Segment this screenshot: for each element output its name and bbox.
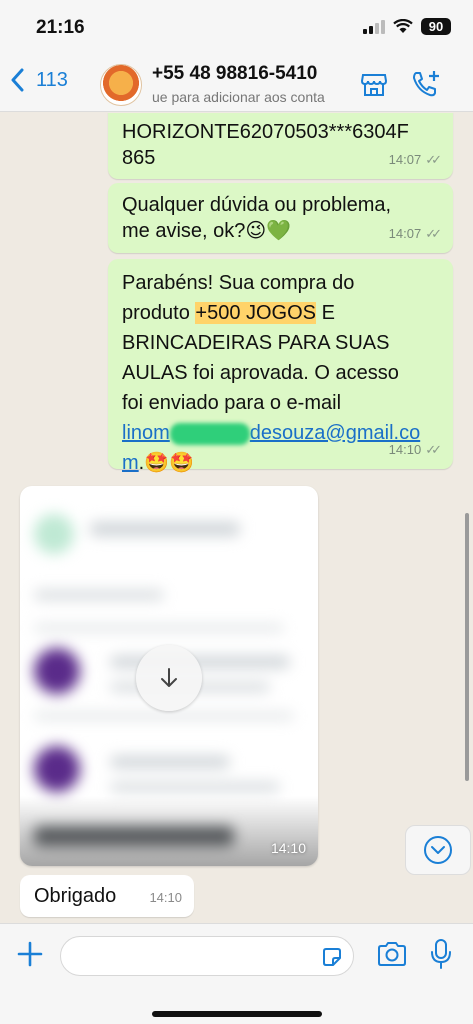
wifi-icon	[393, 19, 413, 33]
status-indicators: 90	[363, 18, 451, 35]
message-meta: 14:07 ✓✓	[388, 147, 442, 173]
highlighted-product: +500 JOGOS	[195, 302, 317, 324]
scrollbar-thumb[interactable]	[465, 513, 469, 781]
message-text: Qualquer dúvida ou problema, me avise, o…	[122, 194, 392, 242]
store-icon[interactable]	[359, 69, 389, 99]
back-button[interactable]: 113	[10, 68, 68, 92]
double-check-icon: ✓✓	[425, 226, 442, 241]
message-meta: 14:10 ✓✓	[388, 437, 442, 463]
contact-subtitle[interactable]: ue para adicionar aos conta	[152, 89, 348, 105]
battery-indicator: 90	[421, 18, 451, 35]
arrow-down-icon	[161, 668, 177, 687]
double-check-icon: ✓✓	[425, 442, 442, 457]
contact-avatar[interactable]	[100, 64, 142, 106]
chevron-down-circle-icon	[424, 836, 452, 864]
message-input-box[interactable]	[60, 936, 354, 976]
email-link-end[interactable]: m	[122, 452, 139, 474]
message-bubble-outgoing[interactable]: HORIZONTE62070503***6304F 865 14:07 ✓✓	[108, 113, 453, 179]
double-check-icon: ✓✓	[425, 152, 442, 167]
cellular-signal-icon	[363, 19, 385, 34]
message-bubble-outgoing[interactable]: Parabéns! Sua compra do produto +500 JOG…	[108, 259, 453, 474]
add-call-icon[interactable]	[410, 69, 442, 99]
email-link[interactable]: linom desouza@gmail.co	[122, 422, 420, 445]
message-composer	[0, 923, 473, 1024]
message-bubble-outgoing[interactable]: Qualquer dúvida ou problema, me avise, o…	[108, 183, 453, 253]
message-input[interactable]	[61, 937, 301, 975]
message-meta: 14:07 ✓✓	[388, 221, 442, 247]
message-time: 14:07	[388, 226, 422, 241]
unread-count: 113	[36, 68, 68, 91]
status-bar: 21:16 90	[0, 0, 473, 56]
scroll-to-bottom-button[interactable]	[405, 825, 471, 875]
microphone-icon[interactable]	[430, 938, 452, 970]
message-text: HORIZONTE62070503***6304F 865	[122, 121, 409, 169]
download-button[interactable]	[136, 645, 202, 711]
home-indicator[interactable]	[152, 1011, 322, 1017]
chevron-left-icon	[11, 68, 24, 92]
message-time: 14:07	[388, 152, 422, 167]
message-time: 14:10	[388, 442, 422, 457]
redaction-mark	[169, 422, 250, 445]
message-time: 14:10	[149, 890, 182, 905]
message-text: Obrigado	[34, 885, 117, 907]
chat-header: 113 +55 48 98816-5410 ue para adicionar …	[0, 56, 473, 112]
message-text: Parabéns! Sua compra do produto +500 JOG…	[122, 272, 421, 474]
camera-icon[interactable]	[376, 940, 408, 968]
chat-messages[interactable]: HORIZONTE62070503***6304F 865 14:07 ✓✓ Q…	[0, 113, 473, 923]
plus-icon[interactable]	[16, 940, 44, 968]
message-time: 14:10	[270, 840, 306, 856]
status-time: 21:16	[36, 17, 85, 38]
contact-name[interactable]: +55 48 98816-5410	[152, 63, 317, 85]
sticker-icon[interactable]	[321, 946, 343, 968]
message-bubble-incoming[interactable]: Obrigado 14:10	[20, 875, 194, 917]
